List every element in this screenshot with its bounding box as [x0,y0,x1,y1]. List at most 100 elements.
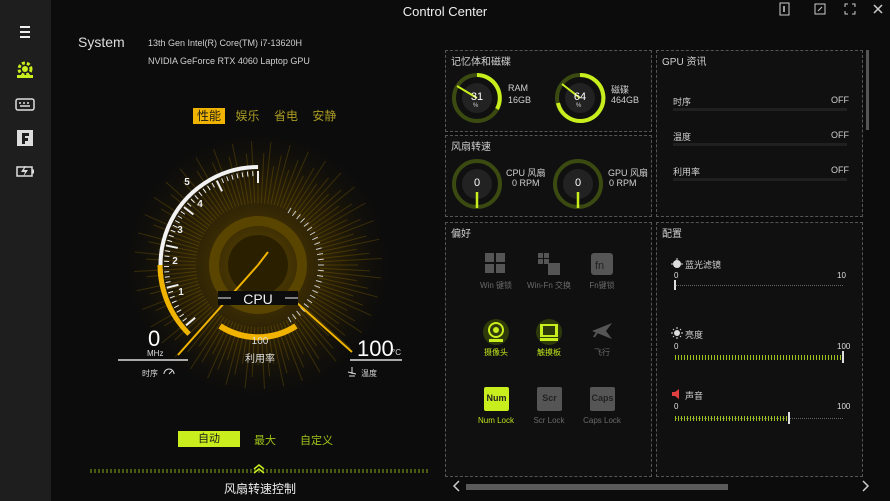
right-scrollbar[interactable] [866,50,869,130]
clock-icon [163,368,175,375]
airplane-icon [592,323,612,339]
tab-fan-auto[interactable]: 自动 [178,431,240,447]
gpu-usage-label: 利用率 [673,167,701,177]
volume-thumb[interactable] [788,412,790,424]
config-panel: 配置 蓝光滤镜 0 10 亮度 0 100 声音 0 100 [656,222,863,477]
close-button[interactable] [868,2,888,20]
scroll-right-icon[interactable] [860,480,870,492]
ram-unit: % [473,103,479,109]
disk-size: 464GB [611,95,640,105]
menu-icon [20,26,30,38]
scroll-lock-key: Scr [542,393,557,403]
gpu-clock-value: OFF [831,95,849,105]
gauge-tick-label-4: 4 [197,199,203,210]
system-gear-icon [17,61,33,78]
gpu-temp-bar [673,143,847,146]
blue-light-min: 0 [674,271,679,280]
ram-value: 31 [470,91,484,103]
disk-unit: % [576,103,582,109]
fan-speed-panel: 风扇转速 0 CPU 风扇 0 RPM 0 GPU 风扇 0 RPM [445,135,652,217]
preferences-title: 偏好 [451,229,471,240]
fn-f-icon [17,130,33,146]
blue-light-thumb[interactable] [674,280,676,290]
gauge-tick-label-1: 1 [178,287,184,298]
clock-label: 时序 [142,369,158,378]
usage-label: 利用率 [245,354,275,365]
gpu-usage-value: OFF [831,165,849,175]
tab-fan-max[interactable]: 最大 [254,432,276,448]
volume-icon [672,389,679,399]
close-icon [873,4,883,14]
pref-caps-lock[interactable]: Caps Caps Lock [562,387,642,429]
gauge-tick [164,276,170,278]
preferences-panel: 偏好 Win 键锁 Win-Fn 交换 fn Fn键锁 摄像头 触摸板 飞行 N… [445,222,652,477]
sidebar-item-battery[interactable] [0,156,51,186]
blue-light-max: 10 [837,271,846,280]
volume-label: 声音 [685,391,704,401]
temp-unit: °C [392,348,401,357]
tab-fan-auto-label: 自动 [198,433,220,445]
windows-lock-icon [485,253,505,273]
sidebar-item-fn[interactable] [0,122,51,152]
gpu-model: NVIDIA GeForce RTX 4060 Laptop GPU [148,56,310,66]
chevron-up-icon[interactable] [252,462,266,474]
maximize-button[interactable] [840,2,860,20]
cpu-model: 13th Gen Intel(R) Core(TM) i7-13620H [148,38,303,48]
minimize-button[interactable] [810,2,830,20]
temp-value: 100 [357,336,394,361]
gauge-tick-label-5: 5 [184,177,190,188]
pref-caps-lock-label: Caps Lock [583,416,621,425]
blue-light-track[interactable] [675,285,843,287]
gpu-temp-value: OFF [831,130,849,140]
volume-min: 0 [674,402,679,411]
volume-max: 100 [837,402,851,411]
blue-light-icon [671,258,683,268]
brightness-track[interactable] [675,355,843,360]
scroll-lock-icon: Scr [537,387,562,411]
fn-lock-icon: fn [591,253,613,275]
usage-value: 100 [251,336,269,347]
expand-icon [844,3,856,15]
gpu-temp-label: 温度 [673,132,692,142]
info-button[interactable] [774,2,794,20]
num-lock-key: Num [486,393,507,403]
brightness-label: 亮度 [685,330,704,340]
cpu-fan-value: 0 [473,177,481,189]
app-title: Control Center [402,4,488,19]
keyboard-icon [15,98,35,111]
sidebar-item-system[interactable] [0,53,51,83]
ram-label: RAM [508,83,528,93]
blue-light-label: 蓝光滤镜 [685,260,722,270]
horizontal-scrollbar-thumb[interactable] [466,484,728,490]
volume-fill [675,416,789,421]
gauge-label: CPU [243,291,273,307]
system-label: System [78,34,125,50]
fan-control-label: 风扇转速控制 [223,482,296,496]
scroll-left-icon[interactable] [452,480,462,492]
minimize-icon [814,3,826,15]
brightness-icon [671,327,683,339]
gpu-info-title: GPU 资讯 [662,57,707,68]
gpu-info-panel: GPU 资讯 时序 OFF 温度 OFF 利用率 OFF [656,50,863,217]
gpu-fan-value: 0 [574,177,582,189]
sidebar-item-keyboard[interactable] [0,89,51,119]
gpu-clock-label: 时序 [673,97,692,107]
caps-lock-key: Caps [591,393,614,403]
battery-charge-icon [16,166,34,177]
camera-icon [483,319,509,345]
thermometer-icon [347,367,357,377]
gauge-inner-tick [317,258,324,261]
disk-value: 64 [573,91,587,103]
brightness-thumb[interactable] [842,351,844,363]
gauge-tick-label-2: 2 [172,256,178,267]
pref-fn-lock-label: Fn键锁 [589,281,615,290]
gpu-fan-rpm: 0 RPM [609,178,637,188]
memory-title: 记忆体和磁碟 [451,57,511,68]
pref-airplane[interactable]: 飞行 [562,318,642,360]
pref-fn-lock[interactable]: fn Fn键锁 [562,251,642,293]
gpu-clock-bar [673,108,847,111]
ram-size: 16GB [508,95,532,105]
fan-speed-title: 风扇转速 [451,142,491,153]
tab-fan-custom[interactable]: 自定义 [300,432,333,448]
cpu-fan-rpm: 0 RPM [512,178,540,188]
